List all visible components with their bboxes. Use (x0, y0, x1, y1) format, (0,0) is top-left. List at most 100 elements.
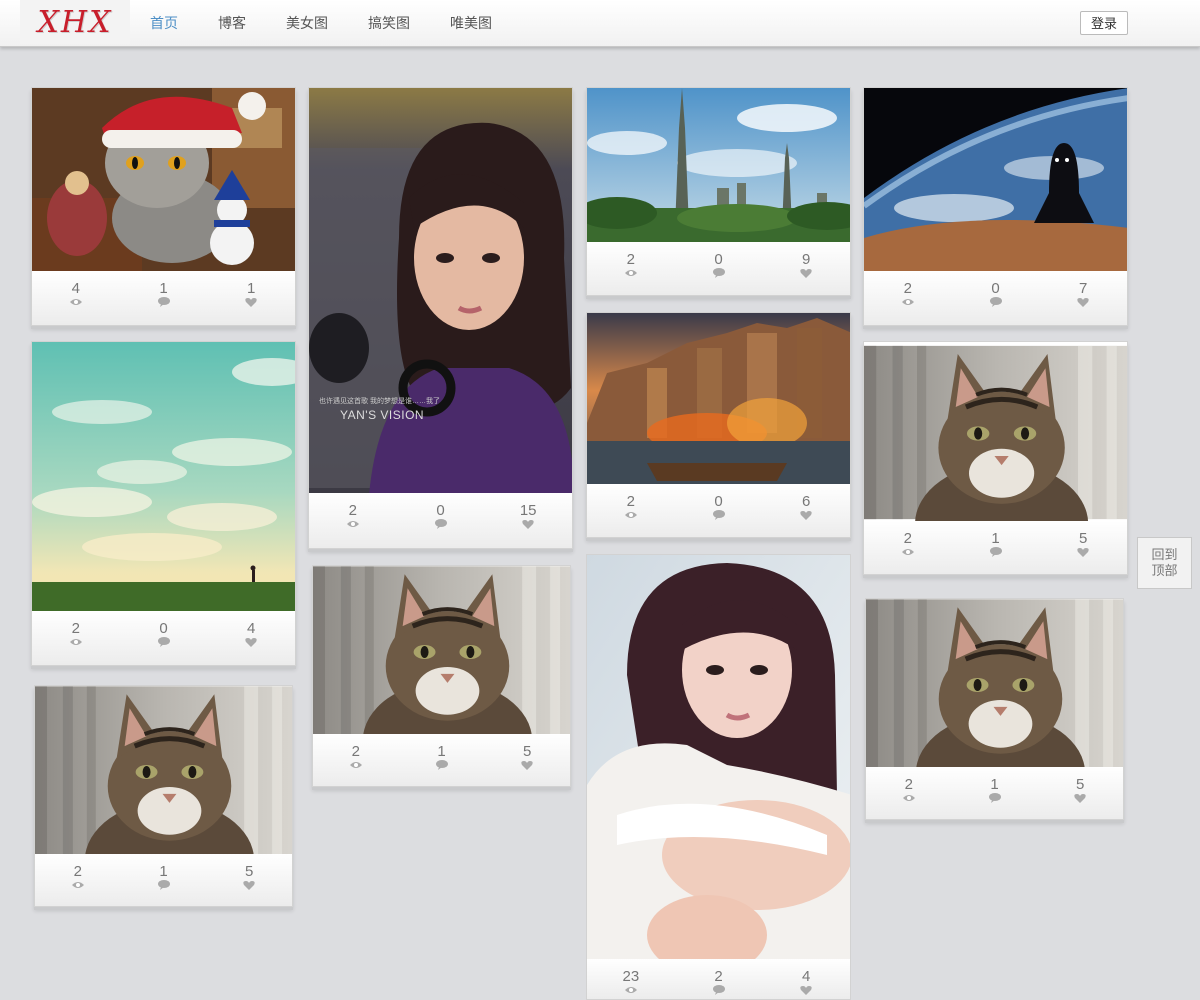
nav-item-beauty[interactable]: 美女图 (266, 0, 348, 46)
card-stats: 2 1 5 (35, 854, 292, 906)
nav-item-funny[interactable]: 搞笑图 (348, 0, 430, 46)
likes-stat[interactable]: 15 (484, 493, 572, 548)
comments-stat[interactable]: 0 (952, 271, 1040, 325)
photo-burning-city[interactable] (587, 313, 850, 486)
likes-stat[interactable]: 6 (762, 484, 850, 537)
photo-tabby-cat[interactable] (866, 599, 1123, 769)
login-button[interactable]: 登录 (1080, 11, 1128, 35)
likes-stat[interactable]: 1 (207, 271, 295, 325)
eye-icon (587, 985, 675, 997)
likes-stat[interactable]: 7 (1039, 271, 1127, 325)
photo-christmas-cat[interactable] (32, 88, 295, 273)
views-stat[interactable]: 23 (587, 959, 675, 999)
eye-icon (864, 297, 952, 309)
photo-card[interactable]: 也许遇见这首歌 我的梦想是谁……我了 YAN'S VISION 2 0 15 (308, 87, 573, 549)
views-stat[interactable]: 2 (587, 242, 675, 295)
photo-fantasy-tower-city[interactable] (587, 88, 850, 244)
eye-icon (864, 547, 952, 559)
eye-icon (309, 519, 397, 531)
heart-icon (762, 985, 850, 997)
heart-icon (484, 760, 570, 772)
comment-bubble-icon (397, 519, 485, 531)
likes-stat[interactable]: 4 (207, 611, 295, 665)
photo-card[interactable]: 2 0 6 (586, 312, 851, 538)
photo-card[interactable]: 2 0 4 (31, 341, 296, 666)
eye-icon (866, 793, 952, 805)
comment-bubble-icon (675, 510, 763, 522)
views-stat[interactable]: 2 (587, 484, 675, 537)
comments-stat[interactable]: 1 (121, 854, 207, 906)
back-to-top-button[interactable]: 回到 顶部 (1137, 537, 1192, 589)
photo-card[interactable]: 2 1 5 (312, 565, 571, 787)
heart-icon (762, 510, 850, 522)
views-stat[interactable]: 2 (313, 734, 399, 786)
photo-card[interactable]: 23 2 4 (586, 554, 851, 1000)
photo-tabby-cat[interactable] (864, 342, 1127, 523)
eye-icon (32, 637, 120, 649)
eye-icon (35, 880, 121, 892)
comment-bubble-icon (952, 547, 1040, 559)
views-stat[interactable]: 2 (864, 521, 952, 574)
photo-tabby-cat[interactable] (35, 686, 292, 856)
photo-card[interactable]: 2 0 9 (586, 87, 851, 296)
comments-stat[interactable]: 1 (952, 521, 1040, 574)
comments-stat[interactable]: 1 (120, 271, 208, 325)
photo-card[interactable]: 2 1 5 (865, 598, 1124, 820)
photo-girl-portrait[interactable]: 也许遇见这首歌 我的梦想是谁……我了 YAN'S VISION (309, 88, 572, 495)
heart-icon (207, 297, 295, 309)
likes-stat[interactable]: 4 (762, 959, 850, 999)
views-stat[interactable]: 4 (32, 271, 120, 325)
photo-girl-white-sweater[interactable] (587, 555, 850, 961)
likes-stat[interactable]: 9 (762, 242, 850, 295)
likes-stat[interactable]: 5 (1039, 521, 1127, 574)
comments-stat[interactable]: 0 (397, 493, 485, 548)
comment-bubble-icon (952, 793, 1038, 805)
card-stats: 2 1 5 (313, 734, 570, 786)
comments-stat[interactable]: 2 (675, 959, 763, 999)
eye-icon (587, 510, 675, 522)
card-stats: 4 1 1 (32, 271, 295, 325)
eye-icon (32, 297, 120, 309)
likes-stat[interactable]: 5 (206, 854, 292, 906)
views-stat[interactable]: 2 (32, 611, 120, 665)
nav-item-aesthetic[interactable]: 唯美图 (430, 0, 512, 46)
eye-icon (313, 760, 399, 772)
comments-stat[interactable]: 1 (399, 734, 485, 786)
comment-bubble-icon (675, 985, 763, 997)
photo-card[interactable]: 4 1 1 (31, 87, 296, 326)
photo-card[interactable]: 2 1 5 (863, 341, 1128, 575)
views-stat[interactable]: 2 (35, 854, 121, 906)
photo-card[interactable]: 2 1 5 (34, 685, 293, 907)
card-stats: 2 0 6 (587, 484, 850, 537)
photo-sky-field[interactable] (32, 342, 295, 613)
heart-icon (762, 268, 850, 280)
views-stat[interactable]: 2 (866, 767, 952, 819)
photo-earth-from-space[interactable] (864, 88, 1127, 273)
likes-stat[interactable]: 5 (484, 734, 570, 786)
card-stats: 2 0 15 (309, 493, 572, 548)
site-logo[interactable]: XHX (20, 0, 130, 44)
card-stats: 2 1 5 (866, 767, 1123, 819)
comments-stat[interactable]: 0 (120, 611, 208, 665)
top-navbar: XHX 首页 博客 美女图 搞笑图 唯美图 登录 (0, 0, 1200, 47)
overlay-caption-small: 也许遇见这首歌 我的梦想是谁……我了 (319, 398, 440, 405)
comments-stat[interactable]: 0 (675, 242, 763, 295)
card-stats: 23 2 4 (587, 959, 850, 999)
nav-item-blog[interactable]: 博客 (198, 0, 266, 46)
comments-stat[interactable]: 1 (952, 767, 1038, 819)
card-stats: 2 0 9 (587, 242, 850, 295)
overlay-caption-big: YAN'S VISION (340, 408, 425, 422)
photo-tabby-cat[interactable] (313, 566, 570, 736)
photo-card[interactable]: 2 0 7 (863, 87, 1128, 326)
likes-stat[interactable]: 5 (1037, 767, 1123, 819)
views-stat[interactable]: 2 (864, 271, 952, 325)
comment-bubble-icon (952, 297, 1040, 309)
heart-icon (1039, 297, 1127, 309)
comments-stat[interactable]: 0 (675, 484, 763, 537)
card-stats: 2 0 7 (864, 271, 1127, 325)
views-stat[interactable]: 2 (309, 493, 397, 548)
card-stats: 2 0 4 (32, 611, 295, 665)
nav-item-home[interactable]: 首页 (130, 0, 198, 46)
comment-bubble-icon (399, 760, 485, 772)
comment-bubble-icon (120, 297, 208, 309)
